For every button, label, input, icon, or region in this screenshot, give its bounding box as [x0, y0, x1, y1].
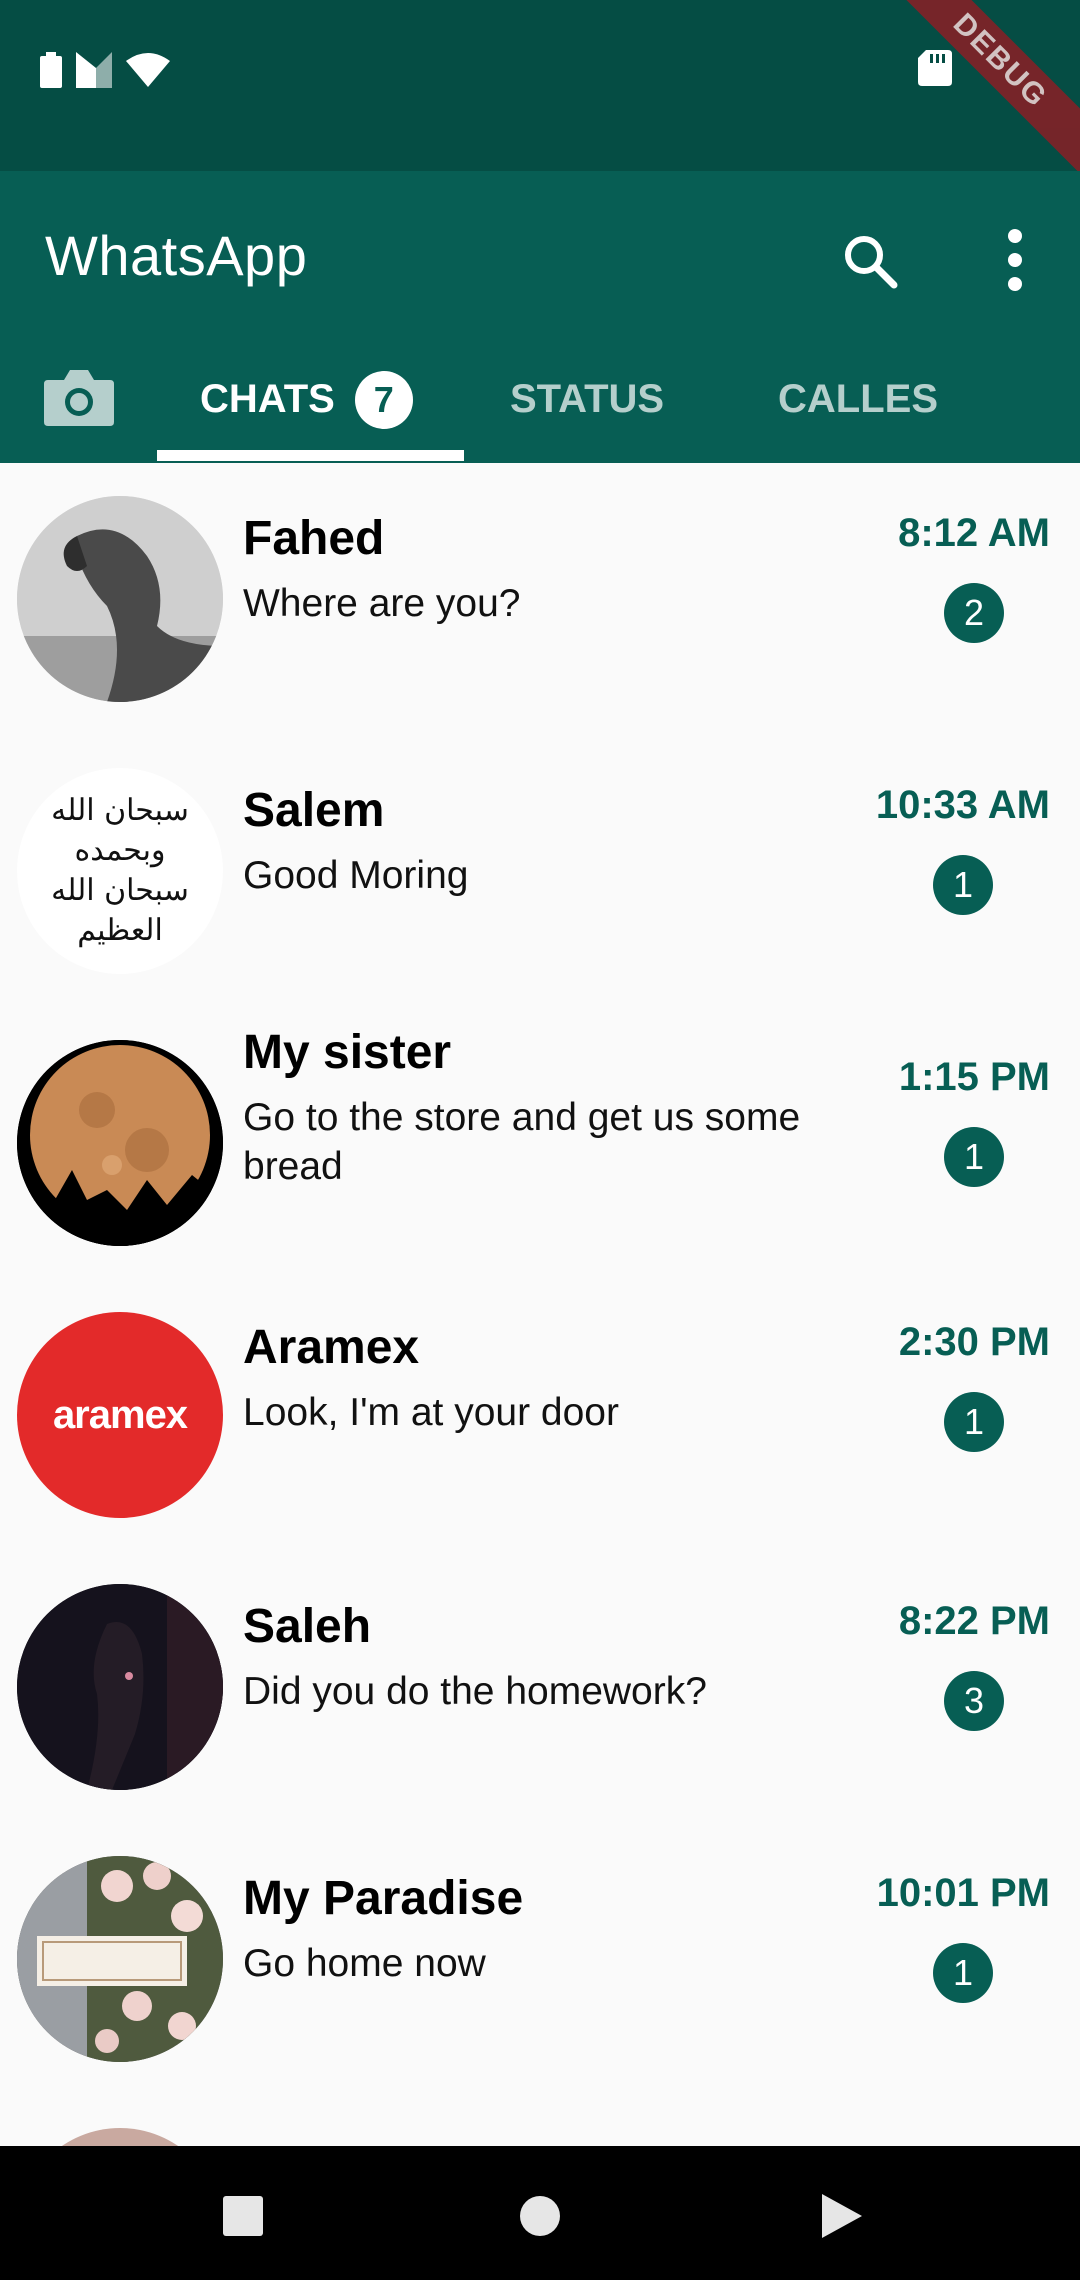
- sd-card-icon: [918, 50, 952, 86]
- back-triangle-icon[interactable]: [810, 2186, 870, 2246]
- status-bar: DEBUG: [0, 0, 1080, 184]
- avatar[interactable]: [17, 496, 223, 702]
- tab-chats[interactable]: CHATS 7: [200, 336, 413, 463]
- calligraphy-image: سبحان الله وبحمده سبحان الله العظيم: [51, 793, 189, 948]
- message-time: 2:30 PM: [898, 1320, 1050, 1364]
- avatar[interactable]: [17, 1584, 223, 1790]
- chat-row[interactable]: My Paradise Go home now 10:01 PM 1: [0, 1823, 1080, 2095]
- contact-name: Salem: [243, 784, 385, 837]
- unread-badge: 1: [933, 1943, 993, 2003]
- signal-icon: [76, 52, 112, 88]
- navigation-bar: [0, 2146, 1080, 2280]
- contact-name: Fahed: [243, 512, 385, 565]
- contact-name: Aramex: [243, 1321, 420, 1374]
- status-icons-left: [40, 52, 170, 88]
- tab-chats-label: CHATS: [200, 377, 335, 421]
- last-message: Look, I'm at your door: [243, 1391, 619, 1434]
- last-message: Did you do the homework?: [243, 1670, 707, 1713]
- unread-badge: 1: [944, 1392, 1004, 1452]
- unread-badge: 3: [944, 1671, 1004, 1731]
- search-icon[interactable]: [840, 231, 900, 291]
- contact-name: My sister: [243, 1026, 452, 1079]
- last-message: Good Moring: [243, 854, 469, 897]
- message-time: 1:15 PM: [898, 1055, 1050, 1099]
- message-time: 8:12 AM: [898, 511, 1050, 555]
- last-message: Go to the store and get us some bread: [243, 1096, 801, 1188]
- tab-status[interactable]: STATUS: [510, 336, 664, 463]
- tab-calles-label: CALLES: [778, 377, 938, 421]
- unread-badge: 1: [944, 1127, 1004, 1187]
- more-vert-icon[interactable]: [990, 226, 1040, 296]
- chat-row[interactable]: Fahed Where are you? 8:12 AM 2: [0, 463, 1080, 735]
- battery-icon: [40, 52, 62, 88]
- tab-indicator: [157, 450, 464, 461]
- tab-bar: CHATS 7 STATUS CALLES: [0, 336, 1080, 463]
- roses-photo: [17, 1856, 223, 2062]
- message-time: 10:33 AM: [875, 783, 1050, 827]
- avatar[interactable]: [17, 1040, 223, 1246]
- last-message: Go home now: [243, 1942, 486, 1985]
- chat-row[interactable]: aramex Aramex Look, I'm at your door 2:3…: [0, 1279, 1080, 1551]
- contact-name: My Paradise: [243, 1872, 524, 1925]
- contact-name: Saleh: [243, 1600, 372, 1653]
- status-icons-right: [918, 50, 952, 91]
- chat-row[interactable]: My sister Go to the store and get us som…: [0, 1007, 1080, 1279]
- recents-square-icon[interactable]: [213, 2186, 273, 2246]
- chat-row[interactable]: Saleh Did you do the homework? 8:22 PM 3: [0, 1551, 1080, 1823]
- avatar[interactable]: [17, 2128, 223, 2146]
- camera-icon[interactable]: [44, 366, 114, 426]
- home-circle-icon[interactable]: [510, 2186, 570, 2246]
- app-title: WhatsApp: [45, 224, 308, 287]
- tab-status-label: STATUS: [510, 377, 665, 421]
- horse-photo: [17, 496, 223, 702]
- chats-count-badge: 7: [354, 370, 413, 429]
- chat-list: Fahed Where are you? 8:12 AM 2 سبحان الل…: [0, 463, 1080, 2146]
- message-time: 8:22 PM: [898, 1599, 1050, 1643]
- app-bar: WhatsApp CHATS 7 STATUS CALLES: [0, 171, 1080, 463]
- avatar[interactable]: سبحان الله وبحمده سبحان الله العظيم: [17, 768, 223, 974]
- unread-badge: 2: [944, 583, 1004, 643]
- debug-banner: DEBUG: [877, 0, 1080, 184]
- chat-row[interactable]: سبحان الله وبحمده سبحان الله العظيم Sale…: [0, 735, 1080, 1007]
- wifi-icon: [126, 53, 170, 87]
- chat-row[interactable]: [0, 2095, 1080, 2146]
- last-message: Where are you?: [243, 582, 521, 625]
- avatar[interactable]: aramex: [17, 1312, 223, 1518]
- tab-calles[interactable]: CALLES: [778, 336, 938, 463]
- dark-horse-photo: [17, 1584, 223, 1790]
- avatar[interactable]: [17, 1856, 223, 2062]
- aramex-logo: aramex: [52, 1392, 188, 1437]
- unread-badge: 1: [933, 855, 993, 915]
- moon-photo: [17, 1040, 223, 1246]
- message-time: 10:01 PM: [876, 1871, 1050, 1915]
